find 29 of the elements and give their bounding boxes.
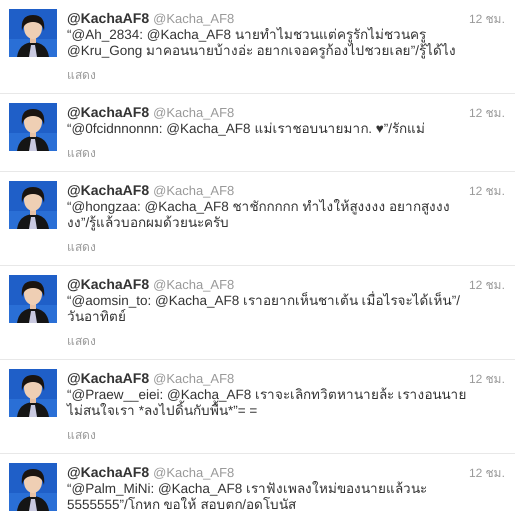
display-name[interactable]: @KachaAF8 xyxy=(67,182,150,198)
user-handle: @Kacha_AF8 xyxy=(153,371,234,386)
timestamp[interactable]: 12 ชม. xyxy=(468,463,505,482)
tweet-text: “@Palm_MiNi: @Kacha_AF8 เราฟังเพลงใหม่ของนายแล้วนะ 5555555”/โกหก ขอให้ สอบตก/อดโบนัส xyxy=(67,481,428,513)
user-handle: @Kacha_AF8 xyxy=(153,183,234,198)
user-handle: @Kacha_AF8 xyxy=(153,277,234,292)
display-name[interactable]: @KachaAF8 xyxy=(67,464,150,480)
user-handle: @Kacha_AF8 xyxy=(153,465,234,480)
timestamp[interactable]: 12 ชม. xyxy=(468,9,505,28)
tweet-text: “@hongzaa: @Kacha_AF8 ชาชักกกกก ทำไงให้สูงงงง อยากสูงงงงง”/รู้แล้วบอกผมด้วยนะครับ xyxy=(67,199,452,231)
expand-link[interactable]: แสดง xyxy=(67,425,96,444)
expand-link[interactable]: แสดง xyxy=(67,143,96,162)
timestamp[interactable]: 12 ชม. xyxy=(468,369,505,388)
user-handle: @Kacha_AF8 xyxy=(153,11,234,26)
expand-link[interactable]: แสดง xyxy=(67,65,96,84)
display-name[interactable]: @KachaAF8 xyxy=(67,104,150,120)
timestamp[interactable]: 12 ชม. xyxy=(468,181,505,200)
user-handle: @Kacha_AF8 xyxy=(153,105,234,120)
tweet-text: “@Praew__eiei: @Kacha_AF8 เราจะเลิกทวิตหานายล้ะ เรางอนนายไม่สนใจเรา *ลงไปดิ้นกับพื้น*”= = xyxy=(67,387,467,419)
tweet-text: “@0fcidnnonnn: @Kacha_AF8 แม่เราชอบนายมาก. ♥”/รักแม่ xyxy=(67,121,426,137)
display-name[interactable]: @KachaAF8 xyxy=(67,10,150,26)
expand-link[interactable]: แสดง xyxy=(67,237,96,256)
timestamp[interactable]: 12 ชม. xyxy=(468,275,505,294)
display-name[interactable]: @KachaAF8 xyxy=(67,276,150,292)
tweet-text: “@aomsin_to: @Kacha_AF8 เราอยากเห็นชาเต้น เมื่อไรจะได้เห็น”/ วันอาทิตย์ xyxy=(67,293,461,325)
tweet-text: “@Ah_2834: @Kacha_AF8 นายทำไมชวนแต่ครูรักไม่ชวนครู @Kru_Gong มาคอนนายบ้างอ่ะ อยากเจอครูก้องไปชวยเลย”/รู้ได้ไง xyxy=(67,27,457,59)
display-name[interactable]: @KachaAF8 xyxy=(67,370,150,386)
timestamp[interactable]: 12 ชม. xyxy=(468,103,505,122)
expand-link[interactable]: แสดง xyxy=(67,331,96,350)
